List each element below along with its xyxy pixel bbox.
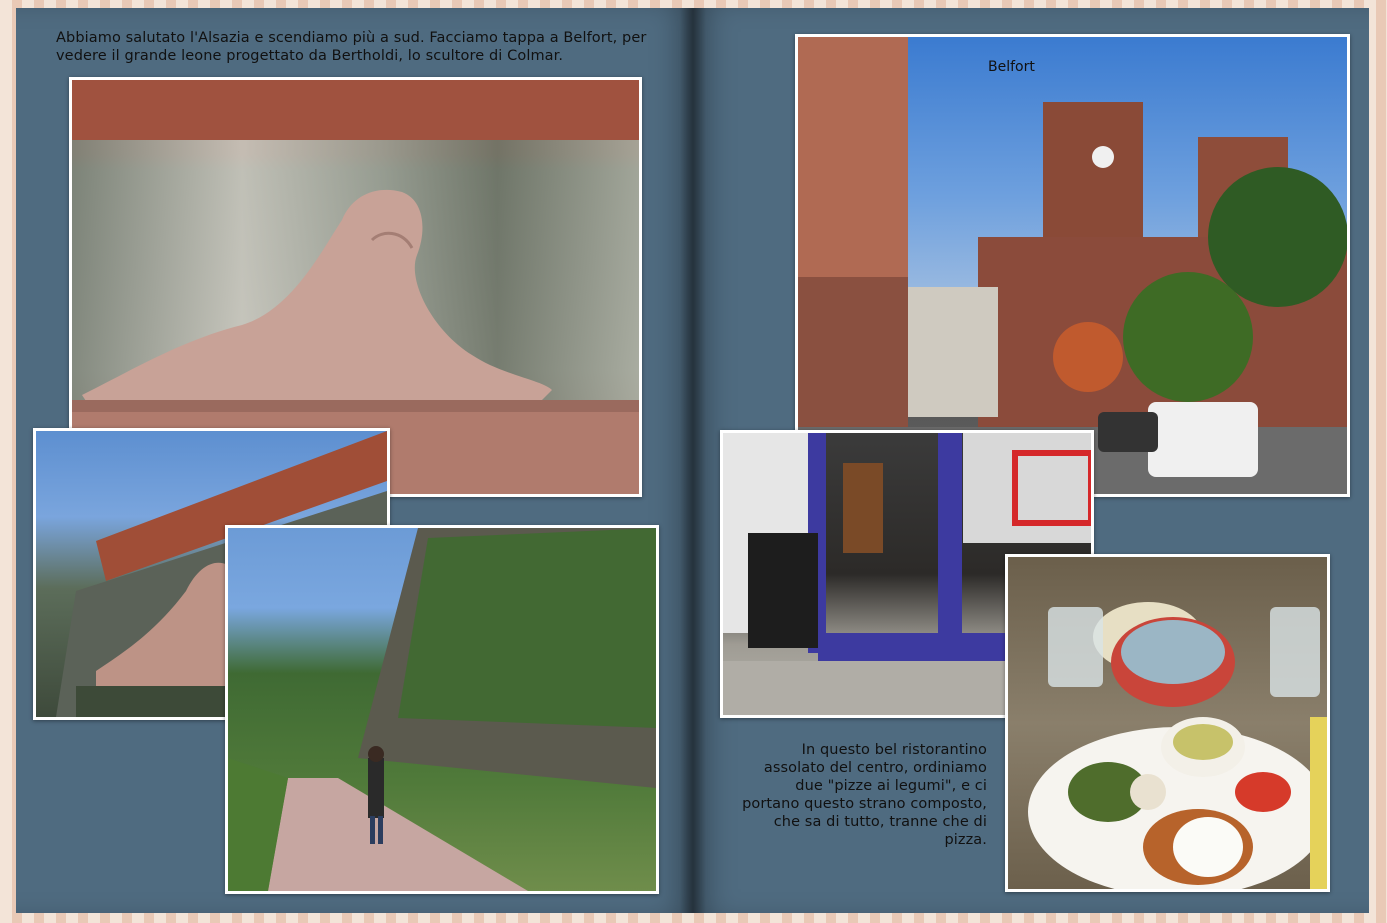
food-plate-photo [1005,554,1330,892]
right-page-caption: In questo bel ristorantino assolato del … [742,742,987,848]
belfort-photo-label: Belfort [988,59,1035,75]
belfort-square-photo: Belfort [795,34,1350,497]
path-person-photo [225,525,659,894]
left-page-caption: Abbiamo salutato l'Alsazia e scendiamo p… [56,30,647,64]
book-spine [680,8,706,913]
